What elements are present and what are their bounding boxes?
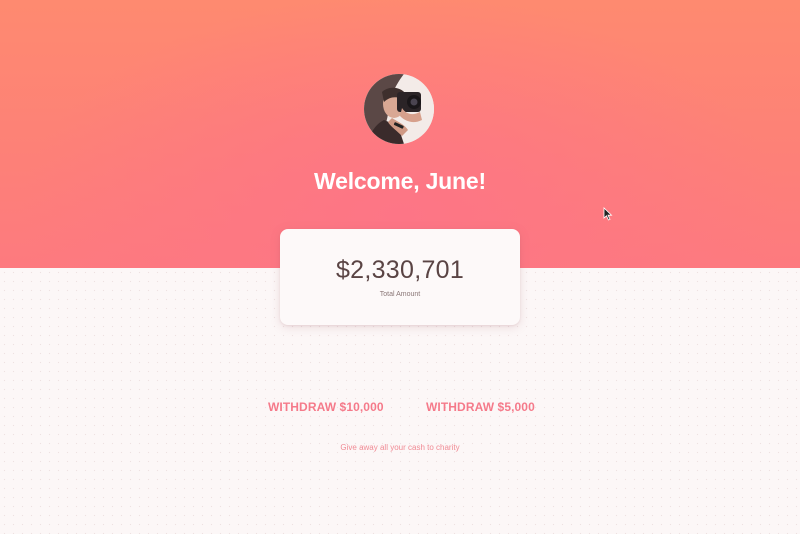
total-amount-label: Total Amount — [379, 291, 421, 298]
avatar-photo-icon — [364, 74, 434, 144]
avatar[interactable] — [364, 74, 434, 144]
welcome-heading: Welcome, June! — [314, 168, 486, 194]
charity-link[interactable]: Give away all your cash to charity — [0, 443, 800, 452]
balance-card: $2,330,701 Total Amount — [280, 229, 520, 325]
withdraw-10000-button[interactable]: WITHDRAW $10,000 — [268, 400, 384, 414]
mouse-pointer-icon — [603, 207, 613, 226]
total-amount-value: $2,330,701 — [335, 256, 465, 284]
withdraw-5000-button[interactable]: WITHDRAW $5,000 — [426, 400, 535, 414]
